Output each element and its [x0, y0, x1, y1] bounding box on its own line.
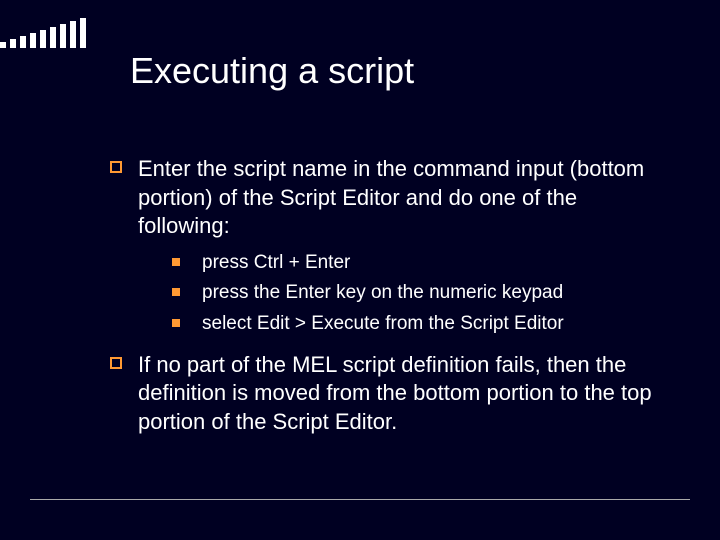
square-bullet-icon — [110, 161, 122, 173]
filled-square-bullet-icon — [172, 288, 180, 296]
decorative-bars — [0, 18, 90, 48]
list-item: If no part of the MEL script definition … — [110, 351, 660, 437]
sub-list-item-text: select Edit > Execute from the Script Ed… — [202, 312, 564, 337]
sub-list-item: select Edit > Execute from the Script Ed… — [172, 312, 660, 337]
list-item: Enter the script name in the command inp… — [110, 155, 660, 241]
list-item-text: If no part of the MEL script definition … — [138, 351, 660, 437]
filled-square-bullet-icon — [172, 258, 180, 266]
slide-title: Executing a script — [130, 50, 414, 92]
horizontal-rule — [30, 499, 690, 500]
sub-list: press Ctrl + Enter press the Enter key o… — [172, 251, 660, 337]
slide-body: Enter the script name in the command inp… — [110, 155, 660, 447]
sub-list-item-text: press the Enter key on the numeric keypa… — [202, 281, 563, 306]
square-bullet-icon — [110, 357, 122, 369]
sub-list-item: press Ctrl + Enter — [172, 251, 660, 276]
sub-list-item-text: press Ctrl + Enter — [202, 251, 350, 276]
filled-square-bullet-icon — [172, 319, 180, 327]
sub-list-item: press the Enter key on the numeric keypa… — [172, 281, 660, 306]
slide: Executing a script Enter the script name… — [0, 0, 720, 540]
list-item-text: Enter the script name in the command inp… — [138, 155, 660, 241]
